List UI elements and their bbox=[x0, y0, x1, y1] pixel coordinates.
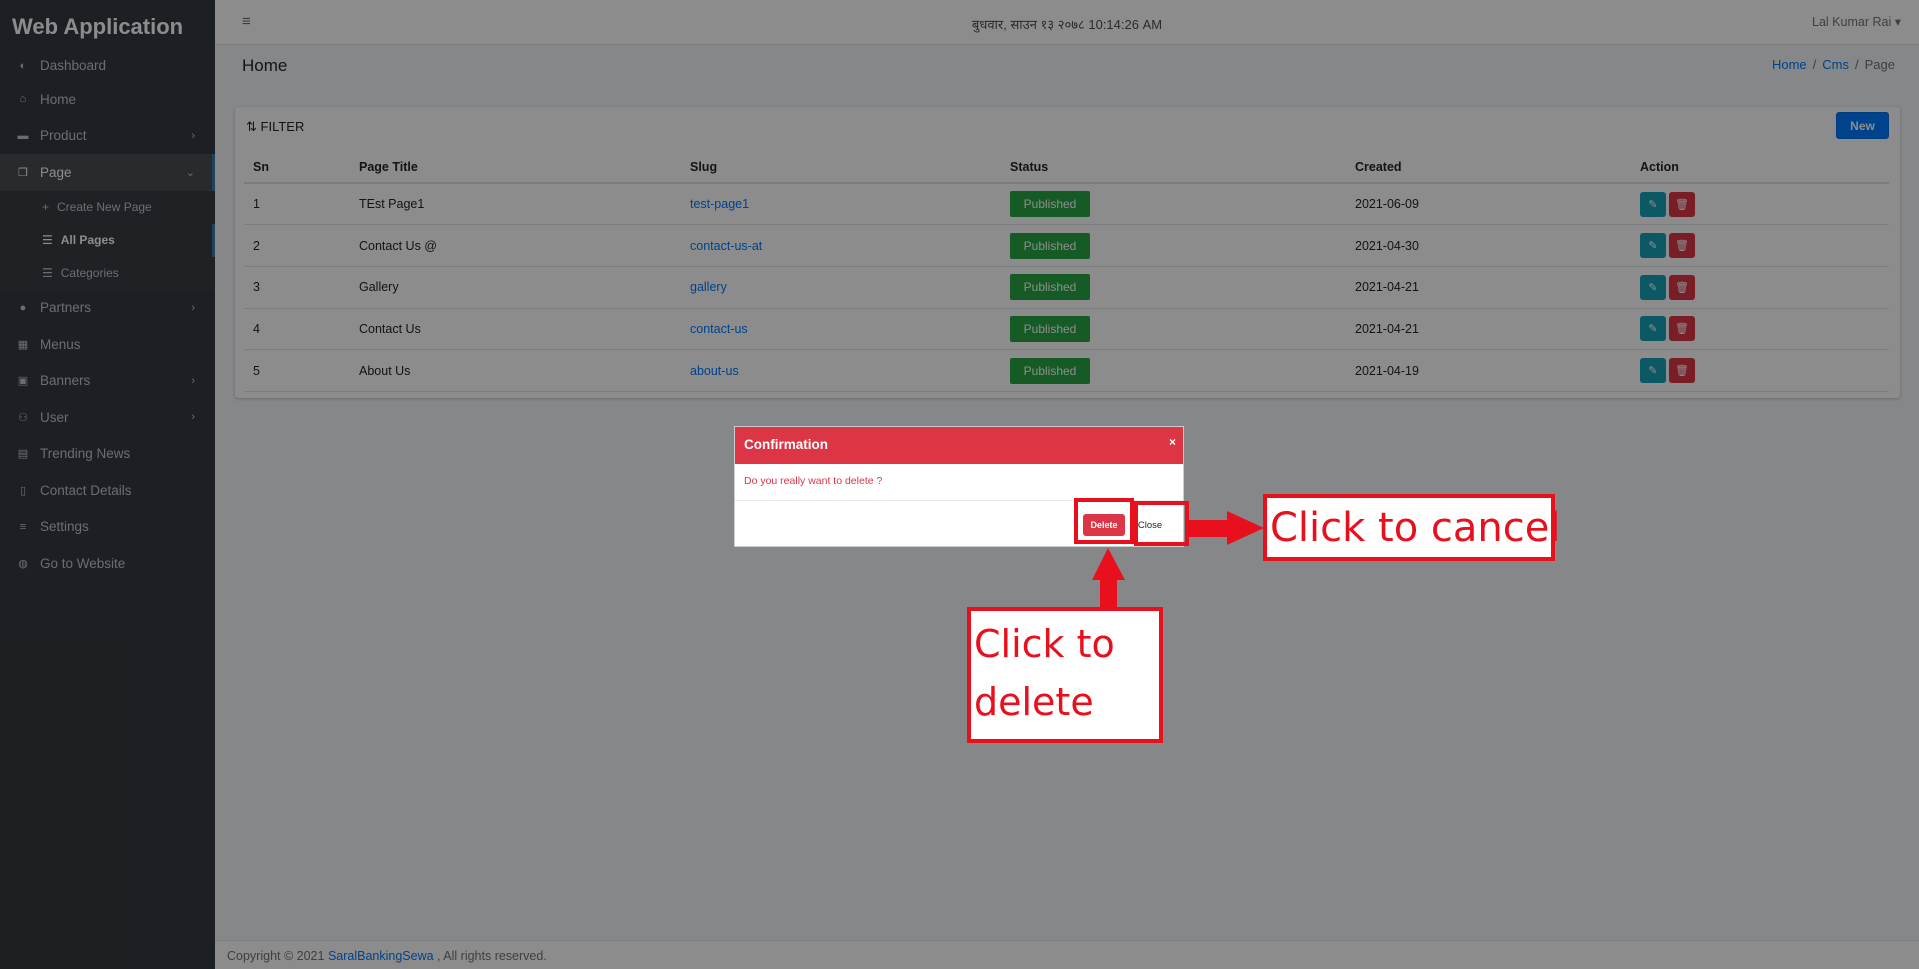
delete-callout: Click to delete bbox=[967, 607, 1163, 743]
modal-message: Do you really want to delete ? bbox=[735, 464, 1183, 501]
modal-title: Confirmation bbox=[744, 437, 828, 452]
modal-header: Confirmation × bbox=[735, 427, 1183, 464]
cancel-callout: Click to cancel bbox=[1263, 494, 1560, 561]
delete-highlight-box bbox=[1074, 498, 1134, 544]
close-highlight-box bbox=[1134, 501, 1189, 546]
close-icon[interactable]: × bbox=[1169, 435, 1176, 449]
